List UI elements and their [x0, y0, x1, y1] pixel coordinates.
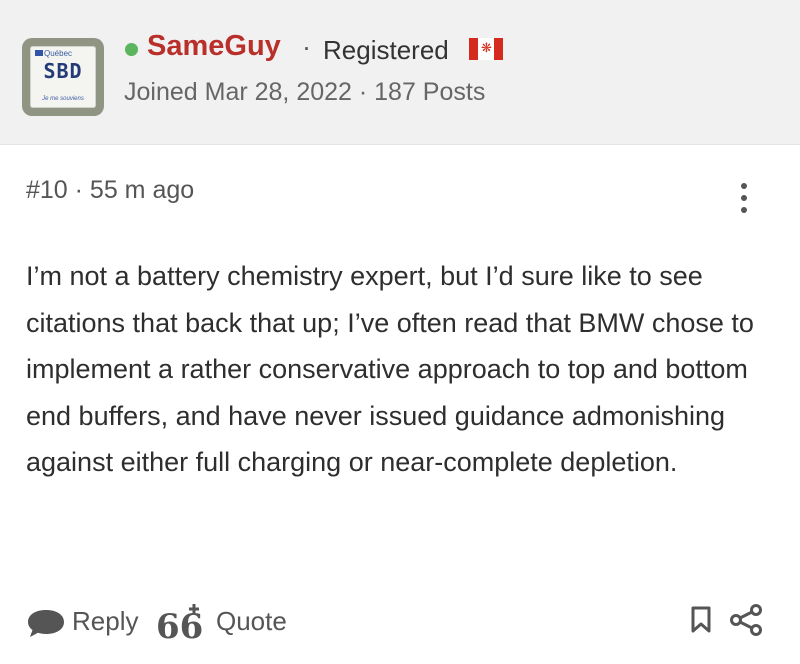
- vertical-ellipsis-icon[interactable]: [728, 177, 760, 219]
- speech-bubble-icon: [28, 610, 64, 637]
- online-status-icon: [125, 43, 138, 56]
- quote-plus-icon: 66: [156, 604, 203, 640]
- post-number-and-time[interactable]: #10 · 55 m ago: [26, 176, 194, 205]
- avatar[interactable]: Québec SBD Je me souviens: [22, 38, 104, 116]
- svg-text:66: 66: [156, 607, 203, 640]
- post-actions-bar: Reply 66 Quote: [0, 596, 800, 646]
- plate-motto: Je me souviens: [42, 96, 84, 102]
- license-plate-image: Québec SBD Je me souviens: [30, 46, 96, 108]
- post-body: I’m not a battery chemistry expert, but …: [26, 261, 754, 477]
- share-icon[interactable]: [728, 604, 764, 636]
- quebec-flag-icon: [35, 50, 43, 56]
- plate-number: SBD: [43, 59, 83, 83]
- user-role: Registered: [323, 35, 449, 65]
- join-info: Joined Mar 28, 2022 · 187 Posts: [124, 78, 486, 106]
- separator-dot: ·: [302, 32, 311, 62]
- reply-label: Reply: [72, 606, 139, 636]
- username-link[interactable]: SameGuy: [147, 30, 281, 63]
- bookmark-icon[interactable]: [690, 606, 712, 634]
- post-author-header: Québec SBD Je me souviens SameGuy · Regi…: [0, 0, 800, 145]
- plate-region: Québec: [44, 49, 73, 58]
- canada-flag-icon: ❋: [469, 38, 503, 60]
- quote-label: Quote: [216, 606, 287, 636]
